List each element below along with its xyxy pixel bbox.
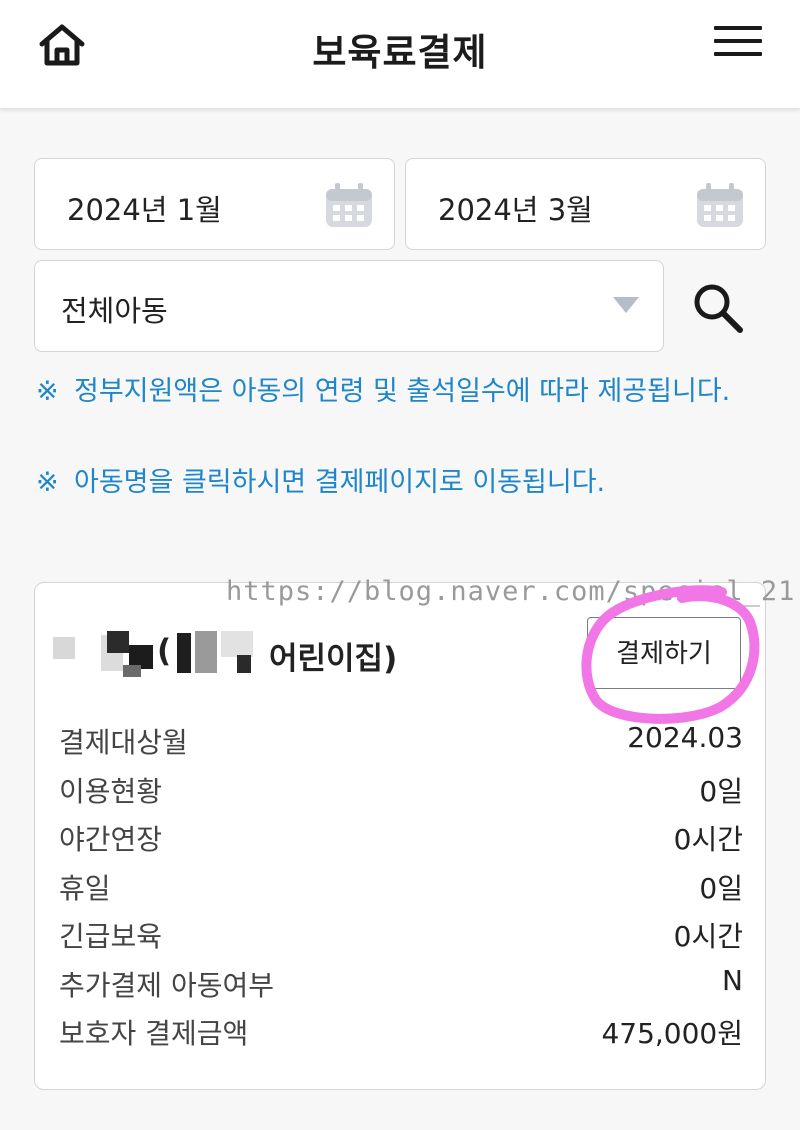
hamburger-menu-icon <box>714 26 762 30</box>
notice-click-child: ※ 아동명을 클릭하시면 결제페이지로 이동됩니다. <box>36 467 606 498</box>
calendar-icon <box>697 183 743 227</box>
notice-age-attendance: ※ 정부지원액은 아동의 연령 및 출석일수에 따라 제공됩니다. <box>36 376 731 407</box>
app-header: 보육료결제 <box>0 0 800 109</box>
child-select-value: 전체아동 <box>61 294 168 328</box>
list-item: 추가결제 아동여부 N <box>59 963 743 1002</box>
list-item: 긴급보육 0시간 <box>59 920 743 953</box>
list-item: 야간연장 0시간 <box>59 823 743 856</box>
hamburger-menu-button[interactable] <box>714 26 762 62</box>
list-item: 이용현황 0일 <box>59 774 743 808</box>
highlight-circle-annotation <box>581 585 760 724</box>
redacted-child-name <box>53 631 153 677</box>
child-select-dropdown[interactable]: 전체아동 <box>34 260 664 352</box>
end-month-picker[interactable]: 2024년 3월 <box>405 158 766 250</box>
calendar-icon <box>326 183 372 227</box>
start-month-picker[interactable]: 2024년 1월 <box>34 158 395 250</box>
redacted-daycare-name <box>177 627 273 677</box>
payment-details: 결제대상월 2024.03 이용현황 0일 야간연장 0시간 휴일 0일 긴급보… <box>59 715 743 1055</box>
chevron-down-icon <box>613 297 639 313</box>
child-name-link[interactable]: ( 어린이집) <box>53 623 473 679</box>
end-month-value: 2024년 3월 <box>438 193 593 227</box>
search-icon <box>694 284 743 333</box>
list-item: 보호자 결제금액 475,000원 <box>59 1017 743 1050</box>
search-button[interactable] <box>690 280 746 336</box>
list-item: 휴일 0일 <box>59 871 743 905</box>
page-title: 보육료결제 <box>312 31 488 74</box>
start-month-value: 2024년 1월 <box>67 193 222 227</box>
